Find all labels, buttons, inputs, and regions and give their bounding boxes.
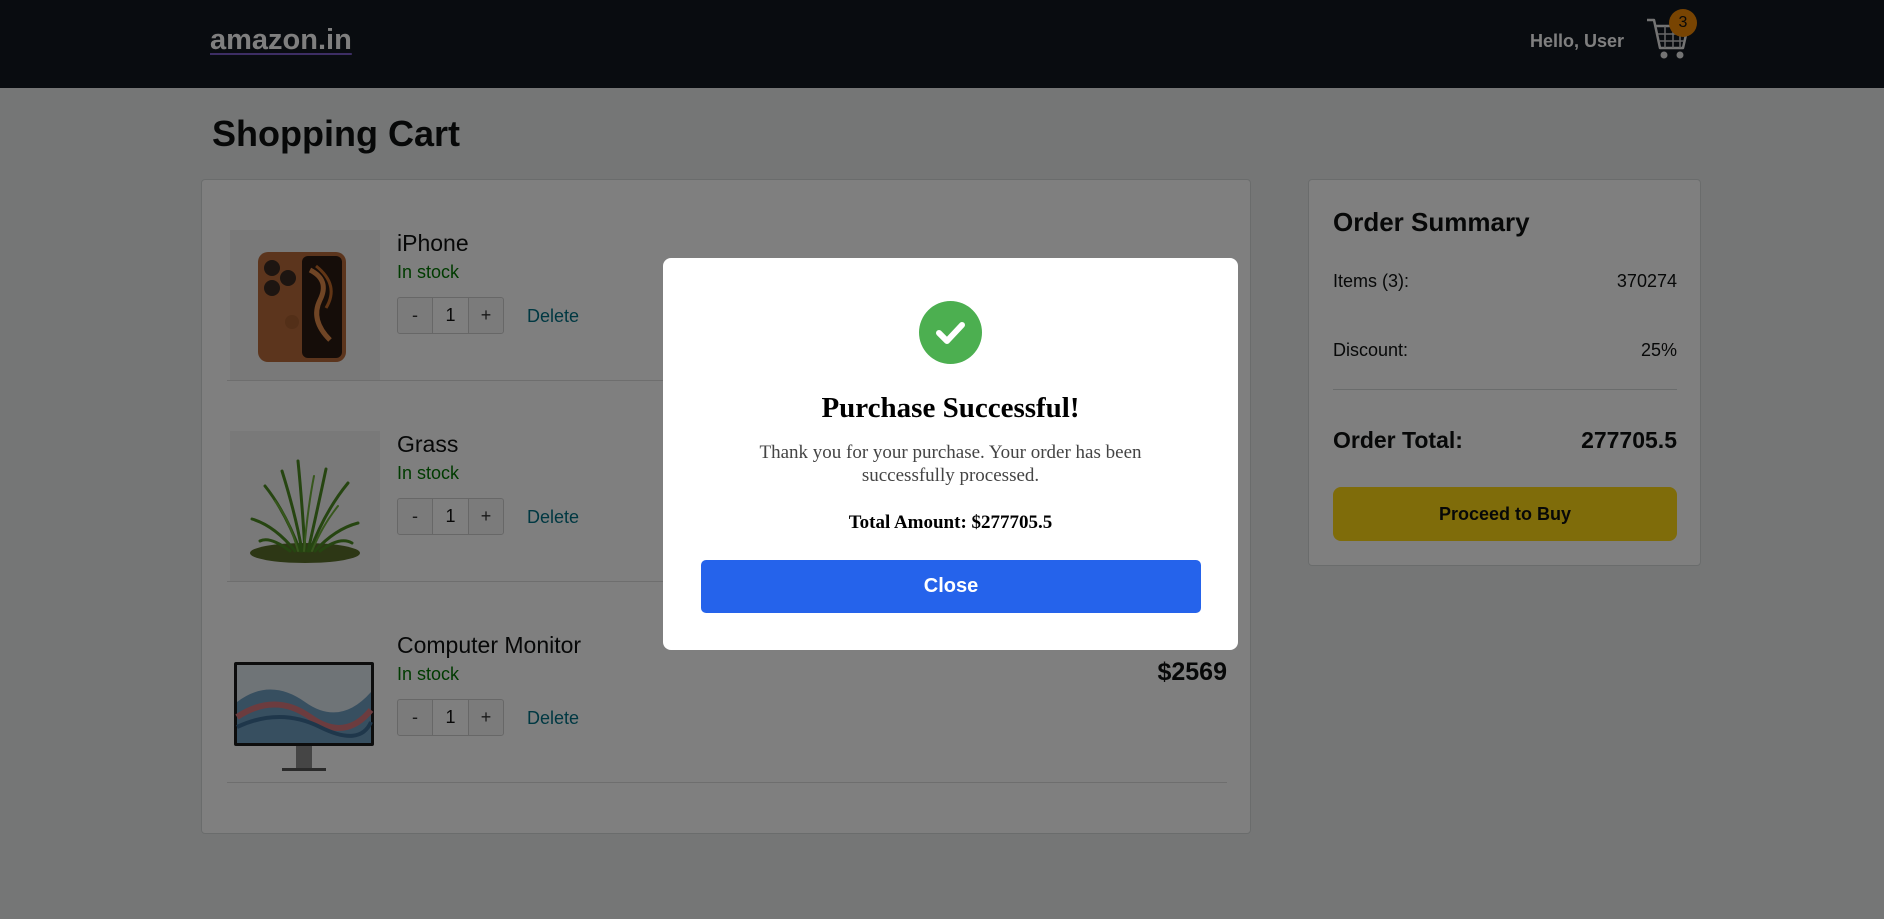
modal-message: Thank you for your purchase. Your order … xyxy=(759,442,1142,486)
close-button[interactable]: Close xyxy=(701,560,1201,613)
purchase-success-modal: Purchase Successful! Thank you for your … xyxy=(663,258,1238,650)
modal-total-amount: Total Amount: $277705.5 xyxy=(848,512,1053,533)
check-circle-icon xyxy=(919,301,982,364)
modal-title: Purchase Successful! xyxy=(821,392,1080,424)
